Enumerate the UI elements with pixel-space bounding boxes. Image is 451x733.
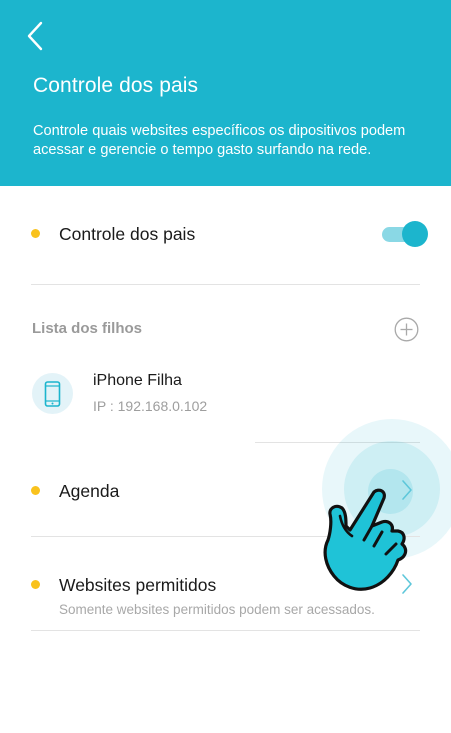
tap-hand-overlay [316,486,408,597]
device-ip: IP : 192.168.0.102 [93,398,208,414]
back-button[interactable] [22,20,50,52]
device-name[interactable]: iPhone Filha [93,372,182,390]
parental-control-toggle[interactable] [380,221,428,247]
header-bar: Controle dos pais Controle quais website… [0,0,451,186]
phone-icon [44,381,61,407]
status-dot [31,486,40,495]
allowed-sites-label[interactable]: Websites permitidos [59,575,216,596]
page-description: Controle quais websites específicos os d… [33,123,406,158]
device-avatar [32,373,73,414]
add-child-button[interactable] [394,317,419,342]
toggle-knob [402,221,428,247]
children-list-title: Lista dos filhos [32,320,143,337]
page-title: Controle dos pais [33,74,199,97]
chevron-left-icon [27,21,43,51]
tap-hand-icon [323,488,408,591]
parental-control-label: Controle dos pais [59,224,196,244]
divider [31,630,420,631]
status-dot [31,229,40,238]
divider [31,284,420,285]
schedule-label[interactable]: Agenda [59,481,119,502]
plus-circle-icon [394,317,419,342]
status-dot [31,580,40,589]
allowed-sites-description: Somente websites permitidos podem ser ac… [59,602,375,617]
